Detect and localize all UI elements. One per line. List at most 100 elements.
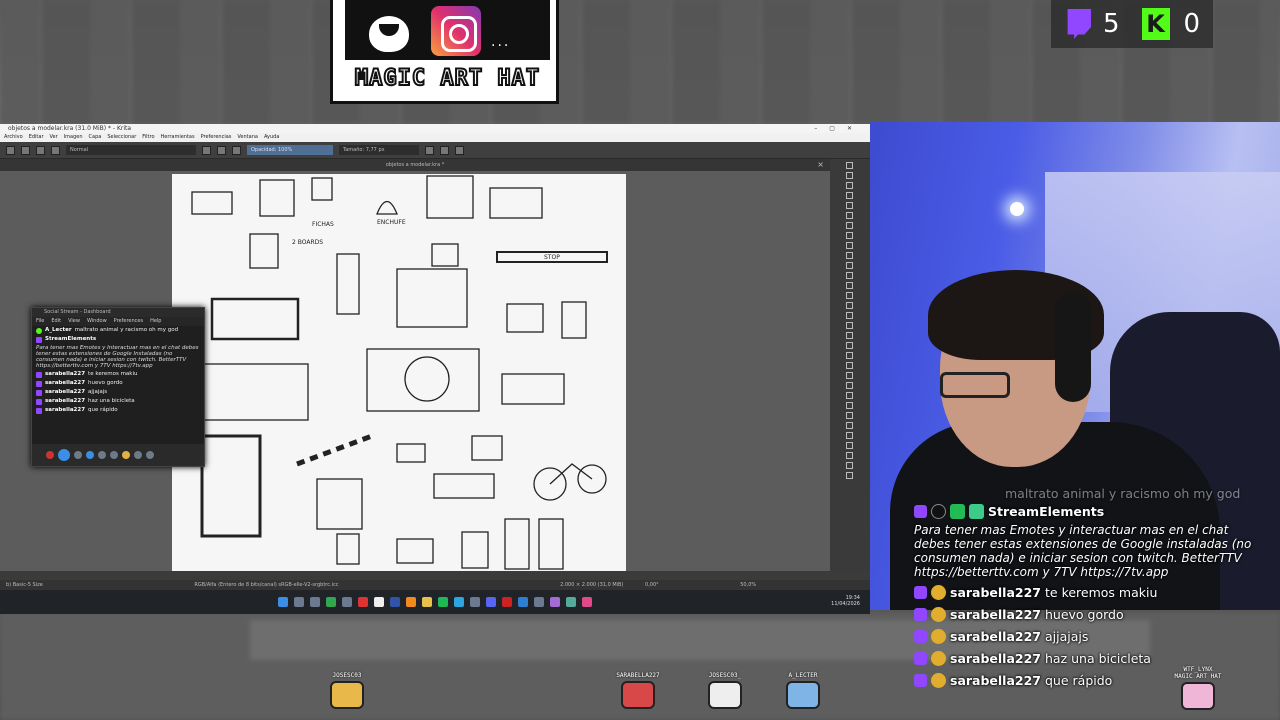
drawing-canvas[interactable]: FICHAS ENCHUFE 2 BOARDS STOP <box>172 174 626 571</box>
new-icon[interactable] <box>6 145 15 155</box>
menu-ver[interactable]: Ver <box>50 133 58 142</box>
contiguous-select-icon[interactable] <box>846 422 853 429</box>
size-slider[interactable]: Tamaño: 7,77 px <box>339 145 419 155</box>
crop-tool-icon[interactable] <box>846 322 853 329</box>
ss-menu-file[interactable]: File <box>36 317 44 326</box>
chat-username: sarabella227 <box>950 650 1041 666</box>
discord-icon[interactable] <box>486 597 496 607</box>
blend-mode-select[interactable]: Normal <box>66 145 196 155</box>
bezier-select-icon[interactable] <box>846 442 853 449</box>
brush-tool-icon[interactable] <box>846 202 853 209</box>
menu-editar[interactable]: Editar <box>29 133 44 142</box>
assistant-tool-icon[interactable] <box>846 362 853 369</box>
gradient-tool-icon[interactable] <box>846 332 853 339</box>
eraser-icon[interactable] <box>202 145 211 155</box>
menu-filtro[interactable]: Filtro <box>142 133 154 142</box>
krita-icon[interactable] <box>550 597 560 607</box>
measure-tool-icon[interactable] <box>846 372 853 379</box>
brush-preset-icon[interactable] <box>51 145 60 155</box>
obs-icon[interactable] <box>534 597 544 607</box>
photoshop-icon[interactable] <box>390 597 400 607</box>
polyline-tool-icon[interactable] <box>846 252 853 259</box>
play-icon[interactable] <box>440 145 449 155</box>
vscode-icon[interactable] <box>518 597 528 607</box>
settings-icon[interactable] <box>342 597 352 607</box>
ss-menu-preferences[interactable]: Preferences <box>114 317 143 326</box>
rect-select-icon[interactable] <box>846 382 853 389</box>
line-tool-icon[interactable] <box>846 212 853 219</box>
gradient-icon[interactable] <box>21 145 30 155</box>
reload-icon[interactable] <box>232 145 241 155</box>
crop-icon[interactable] <box>455 145 464 155</box>
menu-ayuda[interactable]: Ayuda <box>264 133 279 142</box>
folder-icon[interactable] <box>422 597 432 607</box>
polygon-tool-icon[interactable] <box>846 242 853 249</box>
ss-menu-edit[interactable]: Edit <box>51 317 61 326</box>
pin-icon[interactable] <box>122 451 130 459</box>
taskview-icon[interactable] <box>294 597 304 607</box>
mirror-icon[interactable] <box>425 145 434 155</box>
status-zoom[interactable]: 50,0% <box>740 582 756 588</box>
chat-username: sarabella227 <box>950 584 1041 600</box>
color-picker-icon[interactable] <box>846 342 853 349</box>
app-icon[interactable] <box>470 597 480 607</box>
rectangle-tool-icon[interactable] <box>846 222 853 229</box>
ss-menu-help[interactable]: Help <box>150 317 161 326</box>
select-tool-icon[interactable] <box>846 162 853 169</box>
stream-app-icon[interactable] <box>582 597 592 607</box>
zoom-tool-icon[interactable] <box>846 462 853 469</box>
freehand-select-icon[interactable] <box>846 412 853 419</box>
edit-shapes-icon[interactable] <box>846 182 853 189</box>
notion-icon[interactable] <box>374 597 384 607</box>
start-icon[interactable] <box>278 597 288 607</box>
similar-select-icon[interactable] <box>846 432 853 439</box>
telegram-icon[interactable] <box>454 597 464 607</box>
calligraphy-icon[interactable] <box>846 192 853 199</box>
menu-capa[interactable]: Capa <box>89 133 102 142</box>
text-tool-icon[interactable] <box>846 172 853 179</box>
ss-user: sarabella227 <box>45 389 86 395</box>
chat-icon[interactable] <box>58 449 70 461</box>
multibrush-icon[interactable] <box>846 292 853 299</box>
pinterest-icon[interactable] <box>358 597 368 607</box>
menu-archivo[interactable]: Archivo <box>4 133 23 142</box>
pause-icon[interactable] <box>46 451 54 459</box>
polygon-select-icon[interactable] <box>846 402 853 409</box>
bell-icon[interactable] <box>74 451 82 459</box>
chat-app-icon[interactable] <box>566 597 576 607</box>
system-clock[interactable]: 19:34 11/04/2026 <box>831 595 860 607</box>
settings-icon[interactable] <box>110 451 118 459</box>
spotify-icon[interactable] <box>438 597 448 607</box>
magnetic-select-icon[interactable] <box>846 452 853 459</box>
opera-icon[interactable] <box>502 597 512 607</box>
ss-menu-window[interactable]: Window <box>87 317 107 326</box>
document-tab[interactable]: objetos a modelar.kra * × <box>0 159 830 171</box>
menu-seleccionar[interactable]: Seleccionar <box>107 133 136 142</box>
ellipse-select-icon[interactable] <box>846 392 853 399</box>
menu-preferencias[interactable]: Preferencias <box>201 133 232 142</box>
ellipse-tool-icon[interactable] <box>846 232 853 239</box>
menu-imagen[interactable]: Imagen <box>64 133 83 142</box>
filter-icon[interactable] <box>86 451 94 459</box>
freehand-path-icon[interactable] <box>846 272 853 279</box>
volume-icon[interactable] <box>146 451 154 459</box>
taskbar-app-icon[interactable] <box>310 597 320 607</box>
menu-herramientas[interactable]: Herramientas <box>161 133 195 142</box>
transform-tool-icon[interactable] <box>846 302 853 309</box>
ss-menu-view[interactable]: View <box>68 317 80 326</box>
alpha-lock-icon[interactable] <box>217 145 226 155</box>
pattern-icon[interactable] <box>36 145 45 155</box>
emoji-icon[interactable] <box>98 451 106 459</box>
close-tab-icon[interactable]: × <box>817 159 824 171</box>
move-tool-icon[interactable] <box>846 312 853 319</box>
fill-tool-icon[interactable] <box>846 352 853 359</box>
menu-ventana[interactable]: Ventana <box>237 133 258 142</box>
xbox-icon[interactable] <box>326 597 336 607</box>
dynamic-brush-icon[interactable] <box>846 282 853 289</box>
pan-tool-icon[interactable] <box>846 472 853 479</box>
bezier-tool-icon[interactable] <box>846 262 853 269</box>
blender-icon[interactable] <box>406 597 416 607</box>
opacity-slider[interactable]: Opacidad: 100% <box>247 145 333 155</box>
window-controls[interactable]: –▢✕ <box>814 124 864 133</box>
keyboard-icon[interactable] <box>134 451 142 459</box>
